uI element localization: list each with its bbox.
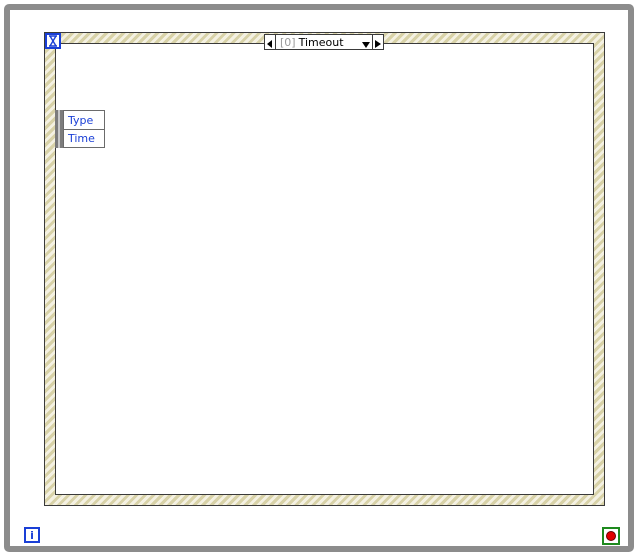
event-data-item-type[interactable]: Type [63,110,105,129]
case-selector[interactable]: [0] Timeout [264,34,384,50]
next-case-button[interactable] [372,35,383,49]
event-data-node[interactable]: Type Time [55,110,105,148]
timeout-terminal[interactable] [45,33,61,49]
event-structure[interactable] [44,32,605,506]
case-name: Timeout [298,35,344,49]
event-data-item-time[interactable]: Time [63,129,105,148]
event-data-node-handle[interactable] [55,110,63,148]
hourglass-icon [48,32,58,51]
arrow-right-icon [375,33,381,52]
dropdown-arrow-icon [362,33,370,52]
previous-case-button[interactable] [265,35,276,49]
stop-circle-icon [606,531,616,541]
case-dropdown-button[interactable] [360,33,372,52]
case-selector-label[interactable]: [0] Timeout [276,36,360,49]
case-index: [0] [280,35,296,49]
event-case-diagram[interactable] [55,43,594,495]
stop-condition-terminal[interactable] [602,527,620,545]
iteration-terminal[interactable]: i [24,527,40,543]
arrow-left-icon [267,33,273,52]
